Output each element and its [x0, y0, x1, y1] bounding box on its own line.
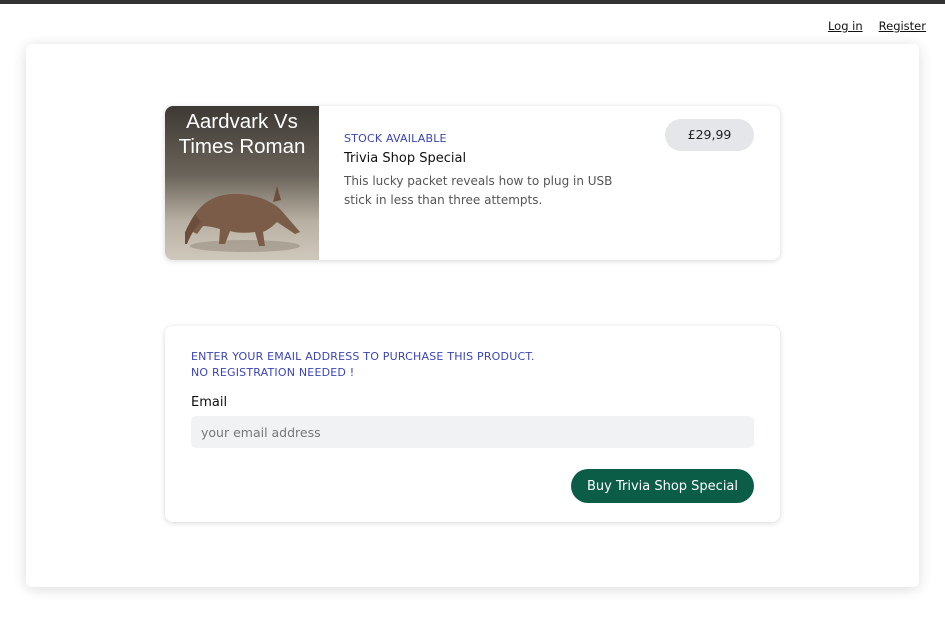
buy-button[interactable]: Buy Trivia Shop Special — [571, 469, 754, 503]
product-name: Trivia Shop Special — [344, 151, 467, 166]
product-card: Aardvark Vs Times Roman STOCK AVAILABLE … — [165, 106, 780, 260]
purchase-instruction-line1: ENTER YOUR EMAIL ADDRESS TO PURCHASE THI… — [191, 350, 535, 363]
product-image-caption-line2: Times Roman — [178, 135, 306, 158]
purchase-instructions: ENTER YOUR EMAIL ADDRESS TO PURCHASE THI… — [191, 349, 535, 381]
product-info: STOCK AVAILABLE Trivia Shop Special This… — [344, 132, 634, 210]
aardvark-picture — [185, 186, 300, 252]
purchase-card: ENTER YOUR EMAIL ADDRESS TO PURCHASE THI… — [165, 326, 780, 522]
login-link[interactable]: Log in — [828, 19, 863, 33]
register-link[interactable]: Register — [879, 19, 926, 33]
product-description: This lucky packet reveals how to plug in… — [344, 174, 613, 207]
product-image: Aardvark Vs Times Roman — [165, 106, 319, 260]
email-label: Email — [191, 395, 228, 410]
product-image-caption-line1: Aardvark Vs — [186, 110, 298, 133]
purchase-instruction-line2: NO REGISTRATION NEEDED ! — [191, 366, 355, 379]
top-bar — [0, 0, 945, 4]
product-image-caption: Aardvark Vs Times Roman — [165, 109, 319, 159]
main-card: Aardvark Vs Times Roman STOCK AVAILABLE … — [26, 44, 919, 587]
price-badge: £29,99 — [665, 119, 754, 151]
email-field[interactable] — [191, 416, 754, 448]
stock-status: STOCK AVAILABLE — [344, 132, 447, 145]
auth-links: Log in Register — [828, 19, 926, 33]
